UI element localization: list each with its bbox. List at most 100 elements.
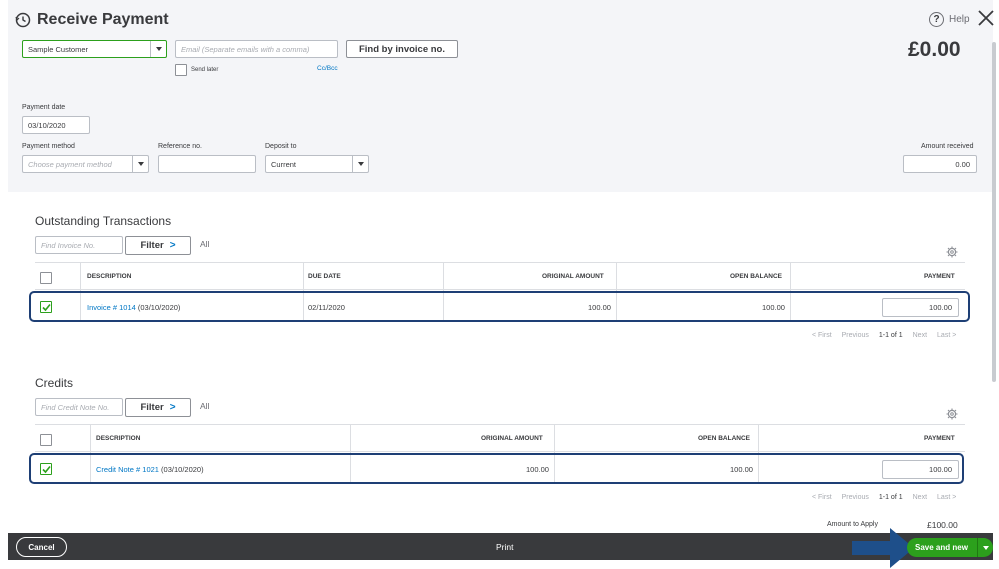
credit-open-balance: 100.00 <box>730 465 753 474</box>
close-icon[interactable] <box>977 9 995 27</box>
chevron-down-icon[interactable] <box>977 538 993 557</box>
credit-note-link[interactable]: Credit Note # 1021 <box>96 465 159 474</box>
pager-range: 1-1 of 1 <box>878 332 903 339</box>
invoice-date: (03/10/2020) <box>135 303 181 312</box>
find-credit-note-input[interactable]: Find Credit Note No. <box>35 398 123 416</box>
pager-next[interactable]: Next <box>913 494 927 501</box>
col-open-balance: OPEN BALANCE <box>698 435 751 442</box>
invoice-row-checkbox[interactable] <box>40 301 52 313</box>
chevron-right-icon: > <box>169 402 176 413</box>
find-invoice-placeholder: Find Invoice No. <box>41 240 96 250</box>
invoice-due-date: 02/11/2020 <box>308 303 345 312</box>
chevron-down-icon[interactable] <box>150 41 166 57</box>
arrow-pointer-icon <box>852 528 914 568</box>
customer-select[interactable]: Sample Customer <box>22 40 167 58</box>
col-original-amount: ORIGINAL AMOUNT <box>481 435 543 442</box>
col-due-date: DUE DATE <box>308 273 341 280</box>
pager-previous[interactable]: Previous <box>842 332 869 339</box>
credits-pager: < First Previous 1-1 of 1 Next Last > <box>812 494 956 501</box>
payment-method-placeholder: Choose payment method <box>28 159 112 169</box>
payment-date-label: Payment date <box>22 104 66 111</box>
scrollbar[interactable] <box>992 42 996 382</box>
deposit-to-select[interactable]: Current <box>265 155 369 173</box>
save-and-new-button[interactable]: Save and new <box>907 538 993 557</box>
pager-last[interactable]: Last > <box>937 332 956 339</box>
find-invoice-input[interactable]: Find Invoice No. <box>35 236 123 254</box>
filter-label: Filter <box>140 402 164 413</box>
send-later-label: Send later <box>191 67 219 73</box>
amount-received-field[interactable]: 0.00 <box>903 155 977 173</box>
credit-date: (03/10/2020) <box>158 465 204 474</box>
invoice-payment-input[interactable]: 100.00 <box>882 298 959 317</box>
recent-transactions-icon[interactable] <box>15 12 31 28</box>
amount-received-value: 0.00 <box>955 159 970 169</box>
chevron-down-icon[interactable] <box>132 156 148 172</box>
customer-value: Sample Customer <box>28 44 89 54</box>
invoice-open-balance: 100.00 <box>762 303 785 312</box>
col-description: DESCRIPTION <box>87 273 132 280</box>
page-title: Receive Payment <box>37 11 169 28</box>
deposit-to-value: Current <box>271 159 297 169</box>
help-icon: ? <box>929 12 944 27</box>
outstanding-pager: < First Previous 1-1 of 1 Next Last > <box>812 332 956 339</box>
chevron-right-icon: > <box>169 240 176 251</box>
credits-filter-button[interactable]: Filter > <box>125 398 191 417</box>
invoice-link[interactable]: Invoice # 1014 <box>87 303 136 312</box>
col-original-amount: ORIGINAL AMOUNT <box>542 273 604 280</box>
cc-bcc-link[interactable]: Cc/Bcc <box>317 65 338 72</box>
invoice-original-amount: 100.00 <box>588 303 611 312</box>
checkmark-icon <box>41 303 51 311</box>
select-all-checkbox[interactable] <box>40 272 52 284</box>
payment-date-field[interactable]: 03/10/2020 <box>22 116 90 134</box>
save-and-new-label: Save and new <box>915 543 968 552</box>
invoice-description: Invoice # 1014 (03/10/2020) <box>87 303 180 312</box>
credit-original-amount: 100.00 <box>526 465 549 474</box>
credit-payment-value: 100.00 <box>929 465 952 474</box>
pager-first[interactable]: < First <box>812 494 832 501</box>
select-all-credits-checkbox[interactable] <box>40 434 52 446</box>
gear-icon[interactable] <box>946 246 958 258</box>
find-by-invoice-button[interactable]: Find by invoice no. <box>346 40 458 58</box>
amount-received-label: Amount received <box>921 143 974 150</box>
credit-payment-input[interactable]: 100.00 <box>882 460 959 479</box>
credits-all-label: All <box>200 401 210 411</box>
reference-label: Reference no. <box>158 143 202 150</box>
filter-label: Filter <box>140 240 164 251</box>
payment-method-select[interactable]: Choose payment method <box>22 155 149 173</box>
pager-last[interactable]: Last > <box>937 494 956 501</box>
divider <box>35 262 965 263</box>
amount-to-apply-label: Amount to Apply <box>827 521 878 528</box>
find-credit-placeholder: Find Credit Note No. <box>41 402 110 412</box>
amount-received-display: £0.00 <box>908 38 961 61</box>
divider <box>35 424 965 425</box>
col-open-balance: OPEN BALANCE <box>730 273 783 280</box>
email-field[interactable]: Email (Separate emails with a comma) <box>175 40 338 58</box>
email-placeholder: Email (Separate emails with a comma) <box>181 44 310 54</box>
invoice-payment-value: 100.00 <box>929 303 952 312</box>
credit-row-checkbox[interactable] <box>40 463 52 475</box>
amount-to-apply-value: £100.00 <box>927 520 958 530</box>
outstanding-all-label: All <box>200 239 210 249</box>
pager-previous[interactable]: Previous <box>842 494 869 501</box>
outstanding-transactions-title: Outstanding Transactions <box>35 214 172 228</box>
checkmark-icon <box>41 465 51 473</box>
pager-range: 1-1 of 1 <box>878 494 903 501</box>
pager-first[interactable]: < First <box>812 332 832 339</box>
col-description: DESCRIPTION <box>96 435 141 442</box>
deposit-to-label: Deposit to <box>265 143 297 150</box>
pager-next[interactable]: Next <box>913 332 927 339</box>
cancel-button[interactable]: Cancel <box>16 537 67 557</box>
outstanding-filter-button[interactable]: Filter > <box>125 236 191 255</box>
divider <box>35 451 965 452</box>
gear-icon[interactable] <box>946 408 958 420</box>
help-label: Help <box>949 14 970 25</box>
credit-description: Credit Note # 1021 (03/10/2020) <box>96 465 204 474</box>
payment-method-label: Payment method <box>22 143 75 150</box>
send-later-checkbox[interactable] <box>175 64 187 76</box>
print-button[interactable]: Print <box>496 542 513 552</box>
col-payment: PAYMENT <box>924 273 955 280</box>
reference-field[interactable] <box>158 155 256 173</box>
col-payment: PAYMENT <box>924 435 955 442</box>
chevron-down-icon[interactable] <box>352 156 368 172</box>
help-button[interactable]: ? Help <box>929 12 970 27</box>
